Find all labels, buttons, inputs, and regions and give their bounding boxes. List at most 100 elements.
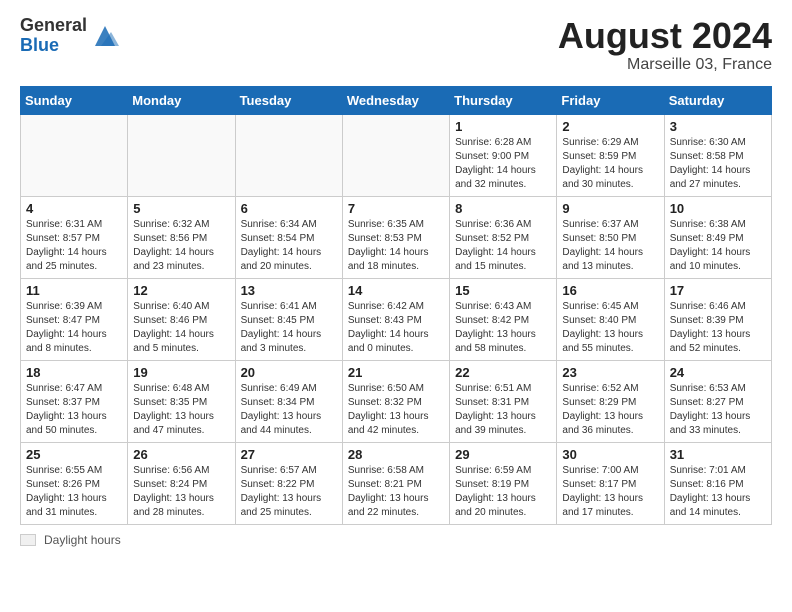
weekday-header-row: SundayMondayTuesdayWednesdayThursdayFrid… [21,86,772,114]
day-number: 26 [133,447,229,462]
day-number: 13 [241,283,337,298]
daylight-swatch [20,534,36,546]
day-info: Sunrise: 6:48 AM Sunset: 8:35 PM Dayligh… [133,382,229,438]
calendar-cell: 31Sunrise: 7:01 AM Sunset: 8:16 PM Dayli… [664,442,771,524]
day-info: Sunrise: 7:01 AM Sunset: 8:16 PM Dayligh… [670,464,766,520]
day-info: Sunrise: 6:37 AM Sunset: 8:50 PM Dayligh… [562,218,658,274]
day-info: Sunrise: 6:52 AM Sunset: 8:29 PM Dayligh… [562,382,658,438]
day-number: 11 [26,283,122,298]
day-number: 30 [562,447,658,462]
day-number: 3 [670,119,766,134]
day-number: 19 [133,365,229,380]
logo-blue: Blue [20,36,87,56]
weekday-header-thursday: Thursday [450,86,557,114]
logo: General Blue [20,16,119,56]
calendar-cell: 20 Sunrise: 6:49 AM Sunset: 8:34 PM Dayli… [235,360,342,442]
calendar-cell: 16Sunrise: 6:45 AM Sunset: 8:40 PM Dayli… [557,278,664,360]
location: Marseille 03, France [558,56,772,74]
logo-text: General Blue [20,16,87,56]
day-number: 10 [670,201,766,216]
day-info: Sunrise: 6:53 AM Sunset: 8:27 PM Dayligh… [670,382,766,438]
day-number: 21 [348,365,444,380]
weekday-header-saturday: Saturday [664,86,771,114]
day-number: 9 [562,201,658,216]
day-info: Sunrise: 6:32 AM Sunset: 8:56 PM Dayligh… [133,218,229,274]
header: General Blue August 2024 Marseille 03, F… [20,16,772,74]
day-number: 14 [348,283,444,298]
weekday-header-wednesday: Wednesday [342,86,449,114]
calendar-cell [235,114,342,196]
calendar-week-5: 25 Sunrise: 6:55 AM Sunset: 8:26 PM Dayli… [21,442,772,524]
calendar-cell: 17Sunrise: 6:46 AM Sunset: 8:39 PM Dayli… [664,278,771,360]
day-info: Sunrise: 6:50 AM Sunset: 8:32 PM Dayligh… [348,382,444,438]
calendar-cell: 30 Sunrise: 7:00 AM Sunset: 8:17 PM Dayli… [557,442,664,524]
calendar-cell: 10Sunrise: 6:38 AM Sunset: 8:49 PM Dayli… [664,196,771,278]
calendar-cell: 22Sunrise: 6:51 AM Sunset: 8:31 PM Dayli… [450,360,557,442]
calendar-cell: 7 Sunrise: 6:35 AM Sunset: 8:53 PM Daylig… [342,196,449,278]
day-number: 8 [455,201,551,216]
calendar-table: SundayMondayTuesdayWednesdayThursdayFrid… [20,86,772,525]
day-info: Sunrise: 6:36 AM Sunset: 8:52 PM Dayligh… [455,218,551,274]
calendar-cell: 1Sunrise: 6:28 AM Sunset: 9:00 PM Daylig… [450,114,557,196]
day-number: 5 [133,201,229,216]
day-info: Sunrise: 6:49 AM Sunset: 8:34 PM Dayligh… [241,382,337,438]
calendar-cell: 12 Sunrise: 6:40 AM Sunset: 8:46 PM Dayli… [128,278,235,360]
day-number: 20 [241,365,337,380]
calendar-cell: 24 Sunrise: 6:53 AM Sunset: 8:27 PM Dayli… [664,360,771,442]
day-info: Sunrise: 7:00 AM Sunset: 8:17 PM Dayligh… [562,464,658,520]
calendar-week-1: 1Sunrise: 6:28 AM Sunset: 9:00 PM Daylig… [21,114,772,196]
day-info: Sunrise: 6:40 AM Sunset: 8:46 PM Dayligh… [133,300,229,356]
day-info: Sunrise: 6:55 AM Sunset: 8:26 PM Dayligh… [26,464,122,520]
day-number: 24 [670,365,766,380]
day-info: Sunrise: 6:29 AM Sunset: 8:59 PM Dayligh… [562,136,658,192]
day-info: Sunrise: 6:35 AM Sunset: 8:53 PM Dayligh… [348,218,444,274]
calendar-cell: 15Sunrise: 6:43 AM Sunset: 8:42 PM Dayli… [450,278,557,360]
day-info: Sunrise: 6:47 AM Sunset: 8:37 PM Dayligh… [26,382,122,438]
logo-icon [91,22,119,50]
calendar-cell: 23 Sunrise: 6:52 AM Sunset: 8:29 PM Dayli… [557,360,664,442]
day-number: 16 [562,283,658,298]
day-info: Sunrise: 6:58 AM Sunset: 8:21 PM Dayligh… [348,464,444,520]
day-info: Sunrise: 6:51 AM Sunset: 8:31 PM Dayligh… [455,382,551,438]
calendar-cell [21,114,128,196]
day-number: 28 [348,447,444,462]
day-number: 29 [455,447,551,462]
month-year: August 2024 [558,16,772,56]
weekday-header-monday: Monday [128,86,235,114]
weekday-header-tuesday: Tuesday [235,86,342,114]
calendar-cell: 4Sunrise: 6:31 AM Sunset: 8:57 PM Daylig… [21,196,128,278]
calendar-cell: 2 Sunrise: 6:29 AM Sunset: 8:59 PM Daylig… [557,114,664,196]
calendar-cell: 14Sunrise: 6:42 AM Sunset: 8:43 PM Dayli… [342,278,449,360]
calendar-cell: 3 Sunrise: 6:30 AM Sunset: 8:58 PM Daylig… [664,114,771,196]
calendar-cell: 18 Sunrise: 6:47 AM Sunset: 8:37 PM Dayli… [21,360,128,442]
calendar-cell: 13Sunrise: 6:41 AM Sunset: 8:45 PM Dayli… [235,278,342,360]
day-info: Sunrise: 6:30 AM Sunset: 8:58 PM Dayligh… [670,136,766,192]
day-info: Sunrise: 6:31 AM Sunset: 8:57 PM Dayligh… [26,218,122,274]
calendar-cell: 9 Sunrise: 6:37 AM Sunset: 8:50 PM Daylig… [557,196,664,278]
logo-general: General [20,16,87,36]
calendar-cell: 21 Sunrise: 6:50 AM Sunset: 8:32 PM Dayli… [342,360,449,442]
day-number: 18 [26,365,122,380]
day-number: 2 [562,119,658,134]
day-info: Sunrise: 6:46 AM Sunset: 8:39 PM Dayligh… [670,300,766,356]
calendar-week-3: 11 Sunrise: 6:39 AM Sunset: 8:47 PM Dayli… [21,278,772,360]
calendar-cell: 8 Sunrise: 6:36 AM Sunset: 8:52 PM Daylig… [450,196,557,278]
title-block: August 2024 Marseille 03, France [558,16,772,74]
day-number: 25 [26,447,122,462]
day-info: Sunrise: 6:39 AM Sunset: 8:47 PM Dayligh… [26,300,122,356]
calendar-cell: 29Sunrise: 6:59 AM Sunset: 8:19 PM Dayli… [450,442,557,524]
day-number: 27 [241,447,337,462]
calendar-cell: 28 Sunrise: 6:58 AM Sunset: 8:21 PM Dayli… [342,442,449,524]
calendar-week-4: 18 Sunrise: 6:47 AM Sunset: 8:37 PM Dayli… [21,360,772,442]
day-number: 23 [562,365,658,380]
footer: Daylight hours [20,533,772,547]
day-number: 7 [348,201,444,216]
calendar-cell: 27 Sunrise: 6:57 AM Sunset: 8:22 PM Dayli… [235,442,342,524]
day-info: Sunrise: 6:57 AM Sunset: 8:22 PM Dayligh… [241,464,337,520]
page: General Blue August 2024 Marseille 03, F… [0,0,792,557]
day-info: Sunrise: 6:34 AM Sunset: 8:54 PM Dayligh… [241,218,337,274]
calendar-week-2: 4Sunrise: 6:31 AM Sunset: 8:57 PM Daylig… [21,196,772,278]
calendar-cell [342,114,449,196]
day-number: 1 [455,119,551,134]
day-number: 12 [133,283,229,298]
